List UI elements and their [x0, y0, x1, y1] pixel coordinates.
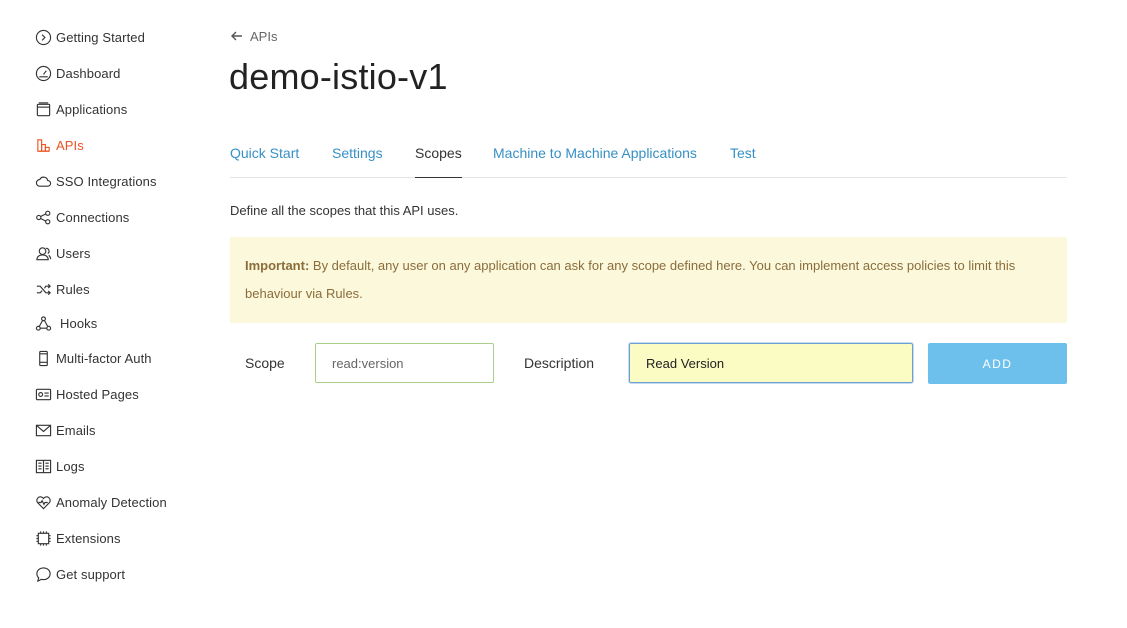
sidebar-item-hooks[interactable]: Hooks [34, 311, 97, 335]
scopes-intro-text: Define all the scopes that this API uses… [230, 203, 459, 218]
envelope-icon [34, 421, 52, 439]
alert-message: Important: By default, any user on any a… [245, 252, 1052, 308]
sidebar-item-label: Hosted Pages [56, 386, 139, 402]
api-blocks-icon [34, 136, 52, 154]
sidebar-item-label: Rules [56, 281, 90, 297]
description-input[interactable] [628, 342, 914, 384]
sidebar-item-rules[interactable]: Rules [34, 277, 90, 301]
page-title: demo-istio-v1 [229, 56, 448, 97]
breadcrumb-label: APIs [250, 28, 278, 44]
shuffle-icon [34, 280, 52, 298]
sidebar-item-users[interactable]: Users [34, 241, 90, 265]
sidebar: Getting Started Dashboard Applications A… [0, 0, 200, 628]
sidebar-item-sso-integrations[interactable]: SSO Integrations [34, 169, 157, 193]
alert-strong: Important: [245, 258, 310, 273]
sidebar-item-logs[interactable]: Logs [34, 454, 85, 478]
back-to-apis-link[interactable]: APIs [230, 27, 277, 45]
sidebar-item-label: Connections [56, 209, 130, 225]
book-icon [34, 457, 52, 475]
sidebar-item-applications[interactable]: Applications [34, 97, 127, 121]
sidebar-item-label: Getting Started [56, 29, 145, 45]
heart-pulse-icon [34, 493, 52, 511]
share-icon [34, 208, 52, 226]
sidebar-item-label: Multi-factor Auth [56, 350, 152, 366]
sidebar-item-label: Get support [56, 566, 126, 582]
sidebar-item-multi-factor-auth[interactable]: Multi-factor Auth [34, 346, 152, 370]
scope-input[interactable] [315, 343, 494, 383]
scope-label: Scope [245, 355, 285, 371]
tab-machine-to-machine-applications[interactable]: Machine to Machine Applications [493, 145, 697, 178]
alert-text: By default, any user on any application … [245, 258, 1016, 301]
tab-settings[interactable]: Settings [332, 145, 383, 178]
sidebar-item-get-support[interactable]: Get support [34, 562, 125, 586]
sidebar-item-dashboard[interactable]: Dashboard [34, 61, 121, 85]
tab-test[interactable]: Test [730, 145, 756, 178]
sidebar-item-apis[interactable]: APIs [34, 133, 84, 157]
arrow-left-icon [230, 29, 244, 43]
chip-icon [34, 529, 52, 547]
users-icon [34, 244, 52, 262]
sidebar-item-emails[interactable]: Emails [34, 418, 96, 442]
sidebar-item-label: Users [56, 245, 91, 261]
sidebar-item-label: SSO Integrations [56, 173, 157, 189]
gauge-icon [34, 64, 52, 82]
tab-bar: Quick Start Settings Scopes Machine to M… [230, 140, 1067, 178]
tab-quick-start[interactable]: Quick Start [230, 145, 299, 178]
sidebar-item-connections[interactable]: Connections [34, 205, 129, 229]
window-icon [34, 100, 52, 118]
sidebar-item-label: Dashboard [56, 65, 121, 81]
chat-bubble-icon [34, 565, 52, 583]
sidebar-item-label: Extensions [56, 530, 121, 546]
sidebar-item-label: APIs [56, 137, 84, 153]
sidebar-item-getting-started[interactable]: Getting Started [34, 25, 145, 49]
phone-icon [34, 349, 52, 367]
sidebar-item-anomaly-detection[interactable]: Anomaly Detection [34, 490, 167, 514]
sidebar-item-label: Emails [56, 422, 96, 438]
sidebar-item-label: Hooks [60, 315, 98, 331]
hosted-pages-icon [34, 385, 52, 403]
tab-scopes[interactable]: Scopes [415, 145, 462, 178]
sidebar-item-label: Anomaly Detection [56, 494, 167, 510]
cloud-icon [34, 172, 52, 190]
sidebar-item-hosted-pages[interactable]: Hosted Pages [34, 382, 139, 406]
hooks-icon [34, 314, 52, 332]
important-alert: Important: By default, any user on any a… [230, 237, 1067, 323]
sidebar-item-label: Logs [56, 458, 85, 474]
play-circle-icon [34, 28, 52, 46]
add-scope-button[interactable]: ADD [928, 343, 1067, 384]
sidebar-item-label: Applications [56, 101, 128, 117]
sidebar-item-extensions[interactable]: Extensions [34, 526, 121, 550]
description-label: Description [524, 355, 595, 371]
